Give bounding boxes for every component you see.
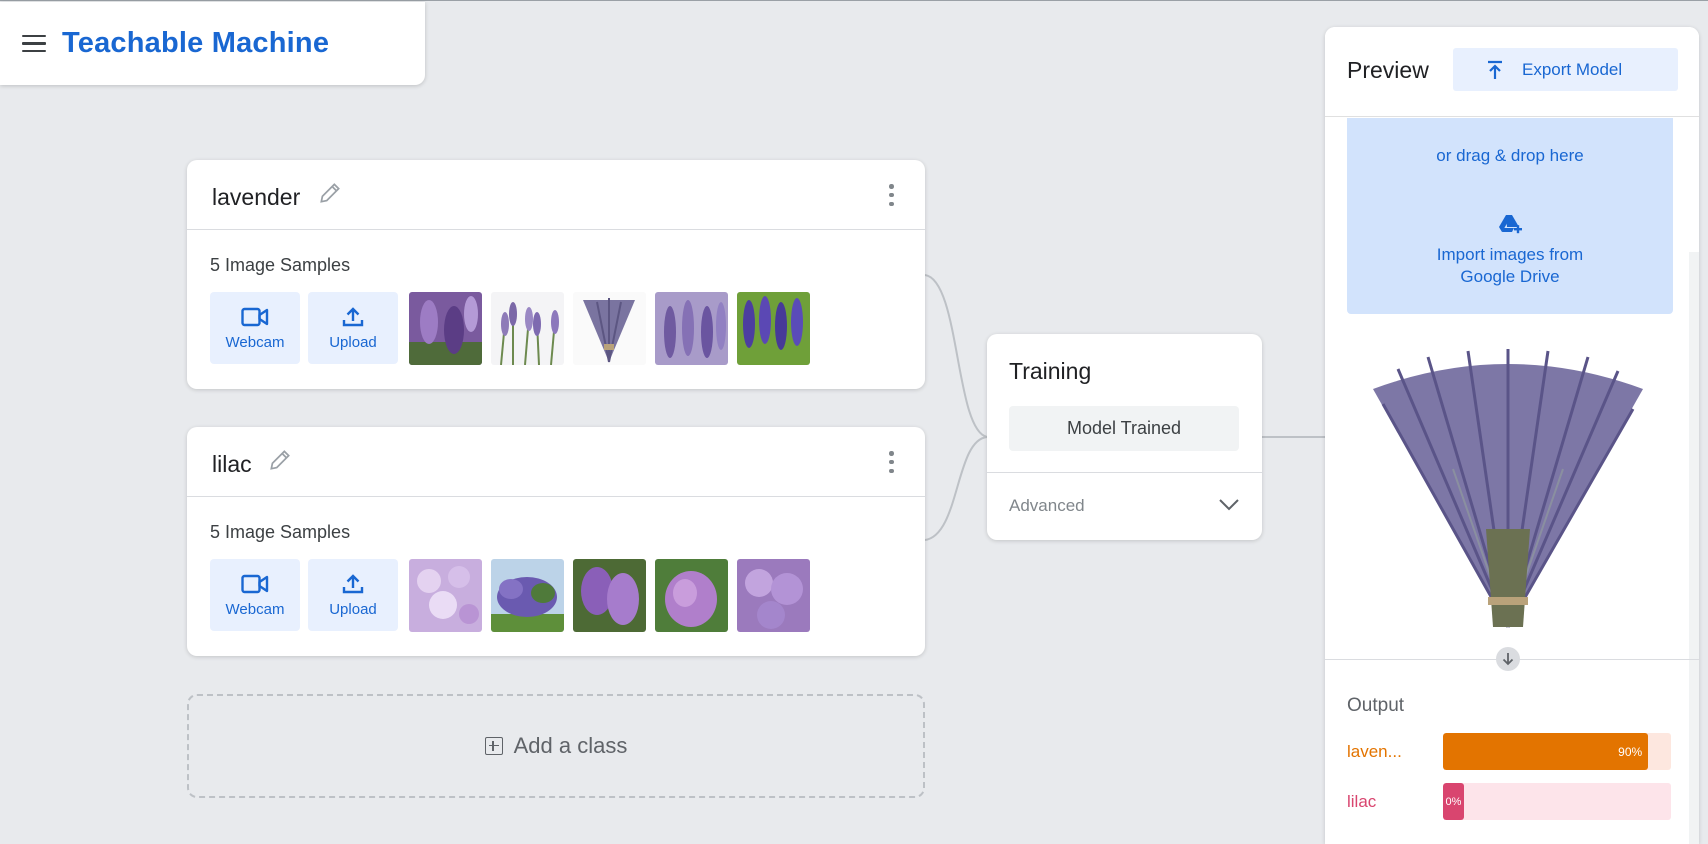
preview-panel: or drag & drop here Import images from G… <box>1325 27 1699 844</box>
drive-label-line2: Google Drive <box>1460 267 1560 286</box>
confidence-percent: 0% <box>1445 795 1462 808</box>
sample-thumbnail[interactable] <box>573 292 646 365</box>
video-camera-icon <box>241 574 269 593</box>
preview-title: Preview <box>1347 57 1429 83</box>
app-title[interactable]: Teachable Machine <box>62 27 329 60</box>
pencil-icon[interactable] <box>317 180 343 206</box>
preview-image <box>1368 349 1648 629</box>
more-options-icon[interactable] <box>889 451 895 473</box>
upload-button[interactable]: Upload <box>308 292 398 364</box>
chevron-down-icon[interactable] <box>1218 498 1240 512</box>
more-options-icon[interactable] <box>889 184 895 206</box>
confidence-percent: 90% <box>1618 744 1643 759</box>
sample-thumbnail[interactable] <box>491 559 564 632</box>
class-card-lavender: lavender 5 Image Samples Webcam Upload <box>187 160 925 389</box>
sample-thumbnail[interactable] <box>491 292 564 365</box>
class-card-lilac: lilac 5 Image Samples Webcam Upload <box>187 427 925 656</box>
top-border <box>0 0 1708 1</box>
export-upload-icon <box>1488 60 1502 79</box>
sample-thumbnail[interactable] <box>409 559 482 632</box>
scrollbar[interactable] <box>1689 252 1699 844</box>
sample-row: Webcam Upload <box>210 292 810 365</box>
confidence-bar-track: 90% <box>1443 733 1671 770</box>
sample-row: Webcam Upload <box>210 559 810 632</box>
class-card-header: lilac <box>187 427 925 497</box>
sample-thumbnail[interactable] <box>737 292 810 365</box>
class-name[interactable]: lavender <box>212 184 300 211</box>
google-drive-add-icon <box>1499 215 1522 234</box>
output-class-label: laven... <box>1347 742 1402 761</box>
confidence-bar-track: 0% <box>1443 783 1671 820</box>
webcam-button[interactable]: Webcam <box>210 559 300 631</box>
menu-icon[interactable] <box>22 34 46 53</box>
train-model-button[interactable]: Model Trained <box>1009 406 1239 451</box>
sample-thumbnail[interactable] <box>655 292 728 365</box>
upload-icon <box>342 573 364 593</box>
divider <box>987 472 1262 473</box>
export-model-button[interactable]: Export Model <box>1453 48 1678 91</box>
training-title: Training <box>1009 358 1092 384</box>
training-card: Training Model Trained Advanced <box>987 334 1262 540</box>
sample-thumbnail[interactable] <box>655 559 728 632</box>
sample-thumbnail[interactable] <box>573 559 646 632</box>
import-google-drive-button[interactable]: Import images from Google Drive <box>1347 188 1673 314</box>
add-class-label: Add a class <box>513 733 628 758</box>
pencil-icon[interactable] <box>267 447 293 473</box>
export-label: Export Model <box>1522 59 1623 79</box>
add-class-button[interactable]: Add a class <box>187 694 925 798</box>
confidence-bar: 0% <box>1443 783 1464 820</box>
output-title: Output <box>1347 695 1405 716</box>
upload-label: Upload <box>329 600 377 618</box>
output-row: lilac 0% <box>1347 783 1677 821</box>
samples-count: 5 Image Samples <box>210 522 351 542</box>
app-header: Teachable Machine <box>0 2 425 85</box>
advanced-toggle[interactable]: Advanced <box>1009 496 1085 516</box>
confidence-bar: 90% <box>1443 733 1649 770</box>
file-drop-zone[interactable]: or drag & drop here <box>1347 118 1673 195</box>
video-camera-icon <box>241 307 269 326</box>
preview-header: Preview Export Model <box>1325 27 1699 117</box>
webcam-label: Webcam <box>225 600 285 618</box>
upload-label: Upload <box>329 333 377 351</box>
drive-label-line1: Import images from <box>1436 245 1584 264</box>
webcam-label: Webcam <box>225 333 285 351</box>
samples-count: 5 Image Samples <box>210 255 351 275</box>
class-name[interactable]: lilac <box>212 451 252 478</box>
arrow-down-icon[interactable] <box>1496 647 1520 671</box>
output-row: laven... 90% <box>1347 733 1677 771</box>
output-class-label: lilac <box>1347 792 1377 811</box>
sample-thumbnail[interactable] <box>409 292 482 365</box>
add-box-icon <box>484 737 503 755</box>
class-card-header: lavender <box>187 160 925 230</box>
webcam-button[interactable]: Webcam <box>210 292 300 364</box>
upload-button[interactable]: Upload <box>308 559 398 631</box>
sample-thumbnail[interactable] <box>737 559 810 632</box>
upload-icon <box>342 306 364 326</box>
